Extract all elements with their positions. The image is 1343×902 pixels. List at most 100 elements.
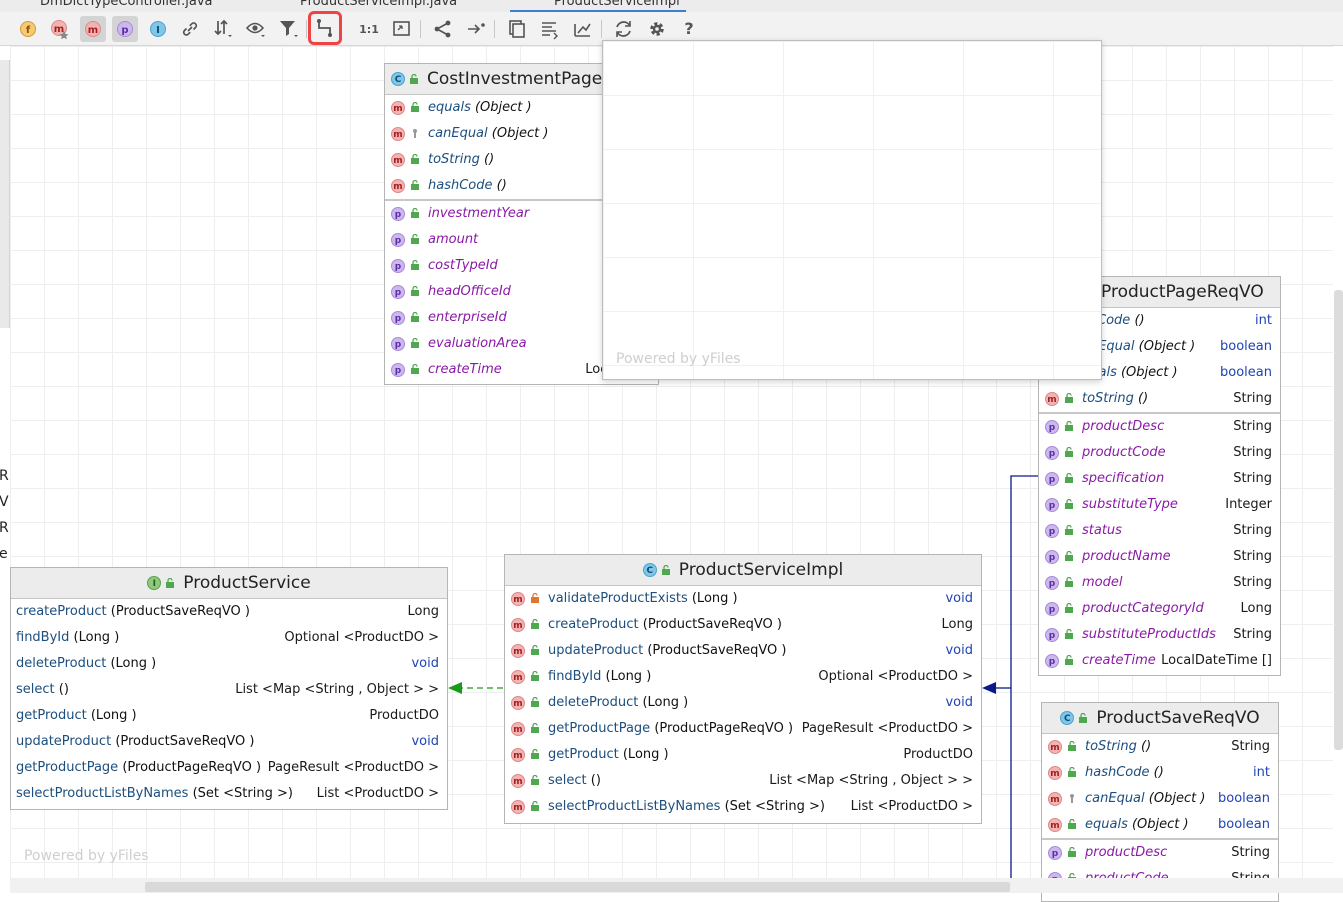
property-name: status bbox=[1082, 523, 1122, 538]
method-name: select bbox=[548, 773, 587, 788]
node-product-service-impl[interactable]: C ProductServiceImpl m validateProductExi… bbox=[504, 554, 982, 824]
method-row[interactable]: m updateProduct (ProductSaveReqVO ) void bbox=[505, 638, 981, 664]
method-icon: m bbox=[1048, 792, 1062, 806]
method-row[interactable]: deleteProduct (Long ) void bbox=[11, 651, 447, 677]
property-icon: p bbox=[1045, 420, 1059, 434]
property-icon: p bbox=[1045, 550, 1059, 564]
method-args: (Long ) bbox=[90, 708, 137, 723]
public-visibility-icon bbox=[1065, 393, 1073, 403]
method-row[interactable]: createProduct (ProductSaveReqVO ) Long bbox=[11, 599, 447, 625]
method-row[interactable]: m canEqual (Object ) boolean bbox=[1042, 786, 1278, 812]
method-args: () bbox=[1134, 313, 1145, 328]
property-row[interactable]: p productDesc String bbox=[1042, 840, 1278, 866]
horizontal-scrollbar[interactable] bbox=[10, 878, 1343, 893]
method-name: deleteProduct bbox=[16, 656, 107, 671]
dependency-edge-page-req[interactable] bbox=[1010, 475, 1038, 878]
node-product-save-req-vo[interactable]: C ProductSaveReqVO m toString () String m h… bbox=[1041, 702, 1279, 902]
property-row[interactable]: p model String bbox=[1039, 570, 1280, 596]
public-visibility-icon bbox=[411, 260, 419, 270]
public-visibility-icon bbox=[1065, 577, 1073, 587]
property-row[interactable]: p substituteProductIds String bbox=[1039, 622, 1280, 648]
property-row[interactable]: p createTime LocalDateTime [] bbox=[1039, 648, 1280, 674]
property-type: String bbox=[1233, 523, 1272, 538]
method-row[interactable]: m getProductPage (ProductPageReqVO ) PageR… bbox=[505, 716, 981, 742]
property-type: String bbox=[1231, 845, 1270, 860]
property-name: specification bbox=[1082, 471, 1165, 486]
property-row[interactable]: p productDesc String bbox=[1039, 414, 1280, 440]
vertical-scroll-thumb[interactable] bbox=[1334, 290, 1343, 750]
method-type: void bbox=[945, 695, 973, 710]
method-row[interactable]: m selectProductListByNames (Set <String >… bbox=[505, 794, 981, 820]
property-icon: p bbox=[1048, 846, 1062, 860]
public-visibility-icon bbox=[411, 154, 419, 164]
method-row[interactable]: m createProduct (ProductSaveReqVO ) Long bbox=[505, 612, 981, 638]
method-row[interactable]: getProduct (Long ) ProductDO bbox=[11, 703, 447, 729]
method-args: (Long ) bbox=[622, 747, 669, 762]
method-name: getProduct bbox=[548, 747, 619, 762]
member-name: getProductPage (ProductPageReqVO ) bbox=[16, 760, 261, 775]
package-visibility-icon bbox=[1070, 794, 1074, 803]
realization-arrowhead bbox=[448, 682, 462, 694]
property-row[interactable]: p substituteType Integer bbox=[1039, 492, 1280, 518]
class-title: ProductServiceImpl bbox=[678, 560, 844, 580]
method-row[interactable]: findById (Long ) Optional <ProductDO > bbox=[11, 625, 447, 651]
method-icon: m bbox=[511, 618, 525, 632]
method-name: updateProduct bbox=[548, 643, 644, 658]
method-row[interactable]: m toString () String bbox=[1042, 734, 1278, 760]
horizontal-scroll-thumb[interactable] bbox=[145, 882, 1010, 892]
member-name: canEqual (Object ) bbox=[1085, 791, 1205, 806]
property-icon: p bbox=[1045, 576, 1059, 590]
class-title: ProductSaveReqVO bbox=[1096, 708, 1260, 728]
property-icon: p bbox=[1045, 446, 1059, 460]
property-icon: p bbox=[391, 207, 405, 221]
member-name: toString () bbox=[428, 152, 494, 167]
method-type: int bbox=[1253, 765, 1270, 780]
method-row[interactable]: m toString () String bbox=[1039, 386, 1280, 412]
member-name: equals (Object ) bbox=[428, 100, 532, 115]
property-type: Long bbox=[1240, 601, 1272, 616]
node-product-service[interactable]: I ProductService createProduct (ProductS… bbox=[10, 567, 448, 810]
method-name: canEqual bbox=[428, 126, 488, 141]
method-icon: m bbox=[391, 179, 405, 193]
public-visibility-icon bbox=[531, 723, 539, 733]
method-row[interactable]: m equals (Object ) boolean bbox=[1042, 812, 1278, 838]
method-row[interactable]: m findById (Long ) Optional <ProductDO > bbox=[505, 664, 981, 690]
method-type: boolean bbox=[1218, 791, 1270, 806]
property-icon: p bbox=[391, 285, 405, 299]
method-icon: m bbox=[511, 644, 525, 658]
member-name: deleteProduct (Long ) bbox=[16, 656, 156, 671]
property-row[interactable]: p productCode String bbox=[1039, 440, 1280, 466]
method-row[interactable]: m validateProductExists (Long ) void bbox=[505, 586, 981, 612]
method-row[interactable]: updateProduct (ProductSaveReqVO ) void bbox=[11, 729, 447, 755]
property-row[interactable]: p status String bbox=[1039, 518, 1280, 544]
method-args: (Long ) bbox=[642, 695, 689, 710]
public-visibility-icon bbox=[1065, 473, 1073, 483]
public-visibility-icon bbox=[531, 775, 539, 785]
member-name: hashCode () bbox=[428, 178, 507, 193]
method-row[interactable]: m select () List <Map <String , Object > > bbox=[505, 768, 981, 794]
method-row[interactable]: getProductPage (ProductPageReqVO ) PageRe… bbox=[11, 755, 447, 781]
property-row[interactable]: p specification String bbox=[1039, 466, 1280, 492]
public-visibility-icon bbox=[1065, 447, 1073, 457]
member-name: getProduct (Long ) bbox=[548, 747, 669, 762]
property-name: productDesc bbox=[1082, 419, 1165, 434]
method-name: canEqual bbox=[1085, 791, 1145, 806]
method-args: (Set <String >) bbox=[724, 799, 825, 814]
method-icon: m bbox=[511, 722, 525, 736]
public-visibility-icon bbox=[411, 102, 419, 112]
public-visibility-icon bbox=[411, 364, 419, 374]
method-type: List <ProductDO > bbox=[850, 799, 973, 814]
property-icon: p bbox=[391, 311, 405, 325]
method-row[interactable]: m hashCode () int bbox=[1042, 760, 1278, 786]
public-visibility-icon bbox=[166, 578, 175, 588]
structure-popup[interactable]: Powered by yFiles bbox=[602, 40, 1102, 380]
property-name: createTime bbox=[428, 362, 502, 377]
property-type: Integer bbox=[1225, 497, 1272, 512]
method-row[interactable]: select () List <Map <String , Object > > bbox=[11, 677, 447, 703]
public-visibility-icon bbox=[1065, 499, 1073, 509]
method-row[interactable]: m getProduct (Long ) ProductDO bbox=[505, 742, 981, 768]
property-row[interactable]: p productName String bbox=[1039, 544, 1280, 570]
method-row[interactable]: selectProductListByNames (Set <String >)… bbox=[11, 781, 447, 807]
method-row[interactable]: m deleteProduct (Long ) void bbox=[505, 690, 981, 716]
property-row[interactable]: p productCategoryId Long bbox=[1039, 596, 1280, 622]
